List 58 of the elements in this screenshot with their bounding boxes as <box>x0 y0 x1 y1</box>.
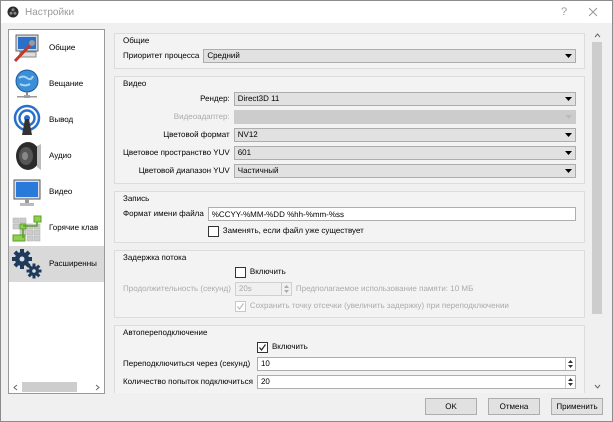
sidebar-item[interactable]: Расширенны <box>9 246 104 282</box>
checkbox-label: Включить <box>272 341 308 353</box>
scroll-up-icon[interactable] <box>594 33 600 38</box>
field-label: Переподключиться через (секунд) <box>123 358 252 370</box>
input-field[interactable]: %CCYY-%MM-%DD %hh-%mm-%ss <box>208 207 576 221</box>
spin-box[interactable]: 20 <box>256 375 576 389</box>
checkbox[interactable] <box>208 226 219 236</box>
field-label: Формат имени файла <box>123 208 204 220</box>
spin-arrows-icon <box>565 358 575 370</box>
dropdown[interactable]: 601 <box>234 146 576 160</box>
field-label: Цветовой диапазон YUV <box>138 165 230 177</box>
sidebar-item[interactable]: Видео <box>9 174 104 210</box>
close-icon[interactable] <box>588 7 598 17</box>
spin-arrows-icon <box>280 283 291 295</box>
antenna-icon <box>11 104 43 136</box>
dialog-button[interactable]: OK <box>425 398 477 415</box>
dialog-button[interactable]: Отмена <box>488 398 540 415</box>
dialog-button[interactable]: Применить <box>551 398 603 415</box>
section-title: Запись <box>123 193 150 204</box>
field-label: Видеоадаптер: <box>172 111 230 123</box>
field-label: Цветовой формат <box>162 129 230 141</box>
section-title: Видео <box>123 78 148 89</box>
sidebar-item[interactable]: Аудио <box>9 138 104 174</box>
sidebar-item[interactable]: Общие <box>9 30 104 66</box>
dropdown-arrow-icon <box>565 169 572 173</box>
field-label: Цветовое пространство YUV <box>123 147 230 159</box>
section-title: Автопереподключение <box>123 327 208 338</box>
sidebar-item[interactable]: Горячие клав <box>9 210 104 246</box>
checkbox-label: Сохранить точку отсечки (увеличить задержку) при переподключении <box>250 300 509 312</box>
scroll-right-icon[interactable] <box>95 384 100 390</box>
sidebar-item[interactable]: Вещание <box>9 66 104 102</box>
checkbox[interactable] <box>256 342 268 352</box>
checkbox-label: Заменять, если файл уже существует <box>222 225 364 237</box>
checkbox-label: Включить <box>250 266 286 278</box>
dropdown-arrow-icon <box>565 133 572 137</box>
dropdown[interactable]: NV12 <box>234 128 576 142</box>
field-label: Продолжительность (секунд) <box>123 283 231 295</box>
dropdown[interactable]: Средний <box>203 49 576 63</box>
sidebar-item[interactable]: Вывод <box>9 102 104 138</box>
dropdown[interactable]: Частичный <box>234 164 576 178</box>
memory-note: Предполагаемое использование памяти: 10 МБ <box>296 283 474 295</box>
scroll-down-icon[interactable] <box>594 384 600 389</box>
checkbox[interactable] <box>234 266 246 278</box>
field-label: Количество попыток подключиться <box>123 376 253 388</box>
section-title: Задержка потока <box>123 252 188 263</box>
app-logo-icon <box>7 6 19 18</box>
dropdown-arrow-icon <box>565 54 572 58</box>
window-title: Настройки <box>25 6 74 20</box>
scroll-left-icon[interactable] <box>13 384 18 390</box>
dropdown-arrow-icon <box>565 151 572 155</box>
section-title: Общие <box>123 35 150 46</box>
field-label: Рендер: <box>199 93 230 105</box>
dropdown-arrow-icon <box>565 97 572 101</box>
gears-icon <box>11 248 43 280</box>
field-label: Приоритет процесса <box>123 50 200 62</box>
spin-arrows-icon <box>565 376 575 388</box>
dropdown[interactable]: Direct3D 11 <box>234 92 576 106</box>
spin-box[interactable]: 10 <box>256 357 576 371</box>
